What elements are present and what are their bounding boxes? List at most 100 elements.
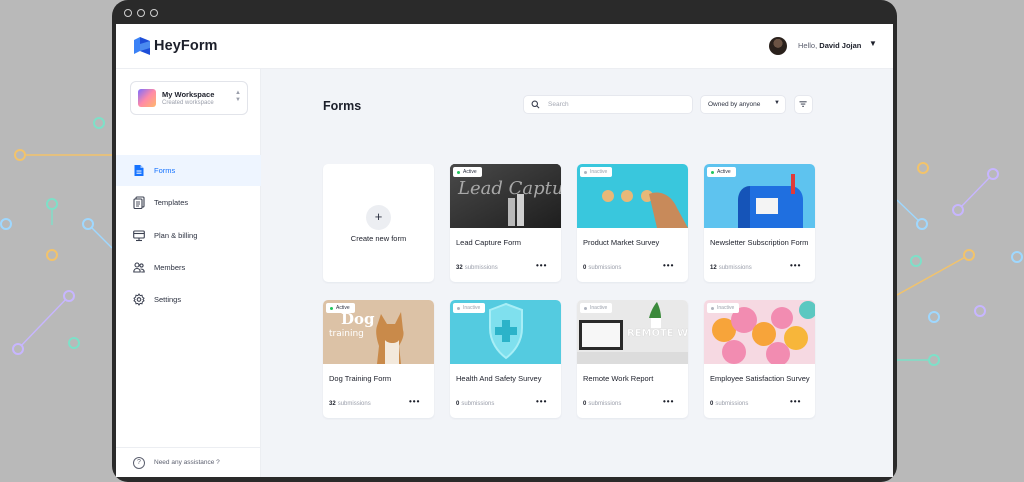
document-icon (134, 165, 144, 176)
status-badge: Active (326, 303, 355, 313)
members-icon (133, 262, 145, 273)
main-content: Forms Search Owned by anyone ▼ + Create … (261, 69, 893, 477)
form-title: Health And Safety Survey (456, 374, 542, 383)
sidebar-item-label: Forms (154, 166, 176, 175)
form-card[interactable]: Active Newsletter Subscription Form 12 su… (704, 164, 815, 282)
count-label: submissions (588, 401, 622, 407)
count-label: submissions (715, 401, 749, 407)
count-value: 0 (710, 401, 714, 407)
filter-icon (799, 101, 807, 107)
user-greeting[interactable]: Hello, David Jojan (798, 41, 861, 50)
count-label: submissions (461, 401, 495, 407)
status-badge: Inactive (453, 303, 486, 313)
status-badge: Active (453, 167, 482, 177)
form-card[interactable]: Inactive Employee Satisfaction Survey 0s… (704, 300, 815, 418)
more-options-icon[interactable]: ••• (536, 261, 547, 270)
caret-down-icon: ▼ (774, 100, 780, 106)
sidebar-item-forms[interactable]: Forms (116, 155, 261, 186)
app-name[interactable]: HeyForm (154, 38, 218, 54)
submission-count: 0 submissions (583, 265, 621, 271)
search-placeholder: Search (548, 101, 569, 108)
help-link[interactable]: ? Need any assistance ? (116, 447, 261, 477)
owner-filter-value: Owned by anyone (708, 101, 761, 108)
count-value: 0 (456, 401, 460, 407)
submission-count: 0 submissions (710, 401, 748, 407)
submission-count: 0 submissions (583, 401, 621, 407)
plus-icon: + (366, 205, 391, 230)
sidebar-item-label: Members (154, 263, 186, 272)
status-badge: Inactive (580, 303, 613, 313)
sidebar-item-billing[interactable]: Plan & billing (116, 220, 261, 251)
thumb-text-remote: REMOTE WORK (627, 328, 688, 339)
browser-frame: HeyForm Hello, David Jojan ▼ My Workspac… (112, 0, 897, 482)
billing-icon (133, 230, 145, 242)
user-name: David Jojan (819, 41, 862, 50)
filter-button[interactable] (794, 95, 813, 114)
workspace-name: My Workspace (162, 90, 215, 99)
submission-count: 32 submissions (456, 265, 498, 271)
chalk-text-lead: Lead Capture (457, 178, 561, 199)
search-input[interactable]: Search (523, 95, 693, 114)
form-card[interactable]: Dog training Active Dog Training Form 32… (323, 300, 434, 418)
avatar[interactable] (769, 37, 787, 55)
owner-filter-select[interactable]: Owned by anyone ▼ (700, 95, 786, 114)
workspace-logo-icon (138, 89, 156, 107)
form-title: Product Market Survey (583, 238, 660, 247)
help-question-icon: ? (133, 457, 145, 469)
more-options-icon[interactable]: ••• (409, 397, 420, 406)
window-titlebar (112, 0, 897, 24)
top-header: HeyForm Hello, David Jojan ▼ (116, 24, 893, 69)
form-title: Remote Work Report (583, 374, 654, 383)
more-options-icon[interactable]: ••• (790, 397, 801, 406)
count-value: 32 (329, 401, 336, 407)
status-badge: Inactive (707, 303, 740, 313)
window-maximize-dot[interactable] (150, 9, 158, 17)
sidebar-item-members[interactable]: Members (116, 252, 261, 283)
workspace-subtitle: Created workspace (162, 100, 214, 106)
count-label: submissions (337, 401, 371, 407)
form-card[interactable]: REMOTE WORK Inactive Remote Work Report … (577, 300, 688, 418)
create-form-card[interactable]: + Create new form (323, 164, 434, 282)
help-label: Need any assistance ? (154, 459, 220, 466)
form-card[interactable]: Lead Capture Active Lead Capture Form 32… (450, 164, 561, 282)
greeting-text: Hello, (798, 41, 818, 50)
count-label: submissions (464, 265, 498, 271)
window-minimize-dot[interactable] (137, 9, 145, 17)
sidebar-item-label: Plan & billing (154, 231, 198, 240)
gear-icon (133, 293, 145, 306)
heyform-logo-icon[interactable] (134, 37, 150, 57)
count-value: 0 (583, 265, 587, 271)
sidebar: My Workspace Created workspace ▲▼ Forms (116, 69, 261, 477)
count-value: 12 (710, 265, 717, 271)
window-close-dot[interactable] (124, 9, 132, 17)
submission-count: 32 submissions (329, 401, 371, 407)
submission-count: 0 submissions (456, 401, 494, 407)
more-options-icon[interactable]: ••• (790, 261, 801, 270)
submission-count: 12 submissions (710, 265, 752, 271)
sidebar-item-templates[interactable]: Templates (116, 187, 261, 218)
more-options-icon[interactable]: ••• (663, 261, 674, 270)
form-card[interactable]: Inactive Health And Safety Survey 0 submi… (450, 300, 561, 418)
app-screen: HeyForm Hello, David Jojan ▼ My Workspac… (116, 24, 893, 477)
thumb-text-training: training (329, 329, 364, 339)
workspace-switcher[interactable]: My Workspace Created workspace ▲ ▼ (130, 81, 248, 115)
sidebar-item-label: Templates (154, 198, 189, 207)
form-title: Newsletter Subscription Form (710, 238, 809, 247)
count-label: submissions (718, 265, 752, 271)
count-label: submissions (588, 265, 622, 271)
form-title: Employee Satisfaction Survey (710, 374, 810, 383)
more-options-icon[interactable]: ••• (536, 397, 547, 406)
create-form-label: Create new form (350, 234, 407, 243)
chevron-updown-icon: ▲ ▼ (235, 90, 241, 103)
more-options-icon[interactable]: ••• (663, 397, 674, 406)
form-card[interactable]: Inactive Product Market Survey 0 submissi… (577, 164, 688, 282)
count-value: 32 (456, 265, 463, 271)
form-title: Lead Capture Form (456, 238, 522, 247)
count-value: 0 (583, 401, 587, 407)
form-title: Dog Training Form (329, 374, 392, 383)
sidebar-item-settings[interactable]: Settings (116, 284, 261, 315)
sidebar-item-label: Settings (154, 295, 182, 304)
templates-icon (133, 196, 145, 209)
page-title: Forms (323, 99, 362, 113)
chevron-down-icon[interactable]: ▼ (869, 39, 877, 48)
